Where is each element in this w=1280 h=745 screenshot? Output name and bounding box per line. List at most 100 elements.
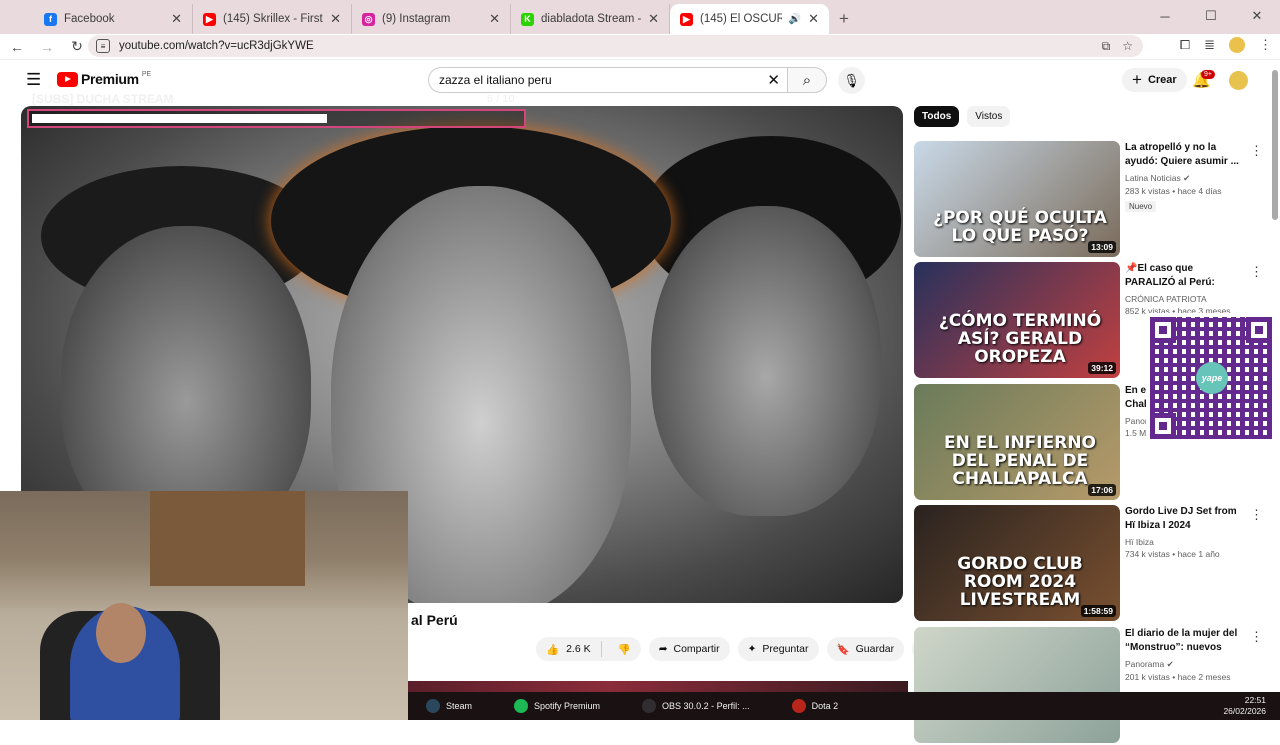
extensions-icon[interactable]: ⧠ (1180, 37, 1190, 53)
video-title-link[interactable]: Gordo Live DJ Set from Hï Ibiza I 2024 (1125, 505, 1245, 532)
app-icon (642, 699, 657, 713)
close-tab-icon[interactable]: ✕ (648, 11, 659, 27)
profile-avatar[interactable] (1229, 37, 1245, 53)
browser-menu-icon[interactable]: ⋮ (1259, 37, 1272, 53)
channel-name[interactable]: CRÓNICA PATRIOTA (1125, 294, 1245, 304)
video-thumbnail[interactable]: ¿POR QUÉ OCULTA LO QUE PASÓ? 13:09 (914, 141, 1120, 257)
reload-icon[interactable]: ↻ (64, 36, 90, 58)
recommended-video[interactable]: ¿POR QUÉ OCULTA LO QUE PASÓ? 13:09 La atro… (914, 141, 1263, 259)
video-thumbnail[interactable]: ¿CÓMO TERMINÓ ASÍ? GERALD OROPEZA 39:12 (914, 262, 1120, 378)
channel-name[interactable]: Panorama ✔ (1125, 659, 1245, 670)
save-button[interactable]: 🔖 Guardar (826, 637, 905, 661)
ask-label: Preguntar (762, 643, 809, 655)
qr-finder (1246, 317, 1272, 343)
taskbar-item[interactable]: Dota 2 (786, 692, 845, 720)
browser-tab[interactable]: ▶ (145) El OSCURO futuro de 🔊 ✕ (670, 4, 829, 34)
video-duration: 13:09 (1088, 241, 1116, 253)
video-thumbnail[interactable] (914, 627, 1120, 743)
webcam-overlay (0, 491, 408, 720)
browser-tab[interactable]: ◎ (9) Instagram ✕ (352, 4, 511, 34)
like-dislike-group: 👍 2.6 K 👎 (536, 637, 641, 661)
close-tab-icon[interactable]: ✕ (171, 11, 182, 27)
video-title-link[interactable]: 📌El caso que PARALIZÓ al Perú: GERALD OR… (1125, 262, 1245, 289)
video-duration: 39:12 (1088, 362, 1116, 374)
tab-title: diabladota Stream - Watch Live (541, 13, 642, 25)
site-info-icon[interactable]: ≡ (96, 39, 110, 53)
tab-title: (145) Skrillex - First of the Year (223, 13, 323, 25)
webcam-scene-shape (150, 491, 305, 586)
user-avatar[interactable] (1229, 71, 1248, 90)
taskbar-item[interactable]: Steam (420, 692, 478, 720)
share-button[interactable]: ➦ Compartir (648, 637, 730, 661)
browser-tab[interactable]: Kdiabladota Stream - Watch Live ✕ (511, 4, 670, 34)
video-thumbnail[interactable]: GORDO CLUB ROOM 2024 LIVESTREAM 1:58:59 (914, 505, 1120, 621)
browser-tab[interactable]: ▶ (145) Skrillex - First of the Year ✕ (193, 4, 352, 34)
stream-goal-count: 6 / 10 (487, 93, 515, 105)
tab-title: (145) El OSCURO futuro de (700, 13, 782, 25)
system-clock[interactable]: 22:51 26/02/2026 (1223, 695, 1266, 717)
new-tab-button[interactable]: + (829, 4, 859, 34)
chip-todos[interactable]: Todos (914, 106, 960, 127)
recommended-video[interactable]: El diario de la mujer del “Monstruo”: nu… (914, 627, 1263, 745)
recommended-video[interactable]: GORDO CLUB ROOM 2024 LIVESTREAM 1:58:59 Go… (914, 505, 1263, 623)
taskbar-item[interactable]: OBS 30.0.2 - Perfil: ... (636, 692, 756, 720)
menu-icon[interactable]: ☰ (26, 71, 41, 88)
search-icon[interactable]: ⌕ (787, 67, 827, 93)
install-app-icon[interactable]: ⧉ (1102, 39, 1111, 54)
maximize-icon[interactable]: ☐ (1188, 0, 1234, 32)
taskbar-item-label: Spotify Premium (534, 701, 601, 711)
address-bar[interactable]: ≡ youtube.com/watch?v=ucR3djGkYWE ⧉ ☆ (88, 35, 1143, 57)
channel-name[interactable]: Latina Noticias ✔ (1125, 173, 1245, 184)
taskbar: Steam Spotify Premium OBS 30.0.2 - Perfil:… (408, 692, 1280, 720)
clear-search-icon[interactable]: ✕ (767, 71, 780, 89)
video-title-link[interactable]: El diario de la mujer del “Monstruo”: nu… (1125, 627, 1245, 654)
clock-date: 26/02/2026 (1223, 706, 1266, 716)
video-title-link[interactable]: La atropelló y no la ayudó: Quiere asumi… (1125, 141, 1245, 168)
taskbar-item[interactable]: Spotify Premium (508, 692, 606, 720)
more-options-icon[interactable]: ⋮ (1250, 143, 1263, 159)
yape-logo: yape (1196, 362, 1228, 394)
more-options-icon[interactable]: ⋮ (1250, 629, 1263, 645)
like-count: 2.6 K (566, 643, 591, 655)
youtube-icon: ▶ (203, 12, 216, 26)
region-code: PE (141, 70, 152, 78)
close-window-icon[interactable]: ✕ (1234, 0, 1280, 32)
bookmark-star-icon[interactable]: ☆ (1122, 39, 1133, 54)
window-controls: ─ ☐ ✕ (1142, 0, 1280, 32)
youtube-logo[interactable]: Premium PE (57, 71, 151, 87)
thumbnail-caption: GORDO CLUB ROOM 2024 LIVESTREAM (957, 554, 1083, 610)
create-button[interactable]: + Crear (1122, 68, 1187, 92)
video-frame-shape (651, 206, 881, 516)
video-thumbnail[interactable]: EN EL INFIERNO DEL PENAL DE CHALLAPALCA 1… (914, 384, 1120, 500)
more-options-icon[interactable]: ⋮ (1250, 507, 1263, 523)
share-label: Compartir (673, 643, 720, 655)
close-tab-icon[interactable]: ✕ (489, 11, 500, 27)
taskbar-item-label: Dota 2 (811, 701, 839, 711)
browser-tab-bar: f Facebook ✕ ▶ (145) Skrillex - First of the… (0, 0, 1280, 34)
bookmark-icon: 🔖 (836, 643, 850, 656)
dislike-button[interactable]: 👎 (608, 643, 641, 656)
media-controls-icon[interactable]: ≣ (1204, 37, 1215, 53)
chip-vistos[interactable]: Vistos (967, 106, 1011, 127)
channel-name[interactable]: Hï Ibiza (1125, 537, 1245, 547)
share-icon: ➦ (658, 643, 668, 655)
forward-icon[interactable]: → (34, 36, 60, 58)
thumbs-down-icon: 👎 (617, 643, 631, 656)
logo-text: Premium (81, 71, 139, 87)
app-icon (514, 699, 529, 713)
speaker-icon[interactable]: 🔊 (789, 14, 801, 25)
minimize-icon[interactable]: ─ (1142, 0, 1188, 32)
search-input[interactable]: zazza el italiano peru ✕ (428, 67, 788, 93)
close-tab-icon[interactable]: ✕ (808, 11, 819, 27)
background-strip (408, 681, 908, 692)
like-button[interactable]: 👍 2.6 K (536, 641, 602, 657)
page-scrollbar[interactable] (1272, 70, 1278, 220)
back-icon[interactable]: ← (4, 36, 30, 58)
ask-button[interactable]: ✦ Preguntar (737, 637, 819, 661)
video-title: al Perú (411, 612, 458, 628)
microphone-icon[interactable]: 🎙 (838, 67, 865, 94)
more-options-icon[interactable]: ⋮ (1250, 264, 1263, 280)
stream-goal-title: [SUBS] DUCHA STREAM (32, 92, 174, 106)
close-tab-icon[interactable]: ✕ (330, 11, 341, 27)
browser-tab[interactable]: f Facebook ✕ (34, 4, 193, 34)
